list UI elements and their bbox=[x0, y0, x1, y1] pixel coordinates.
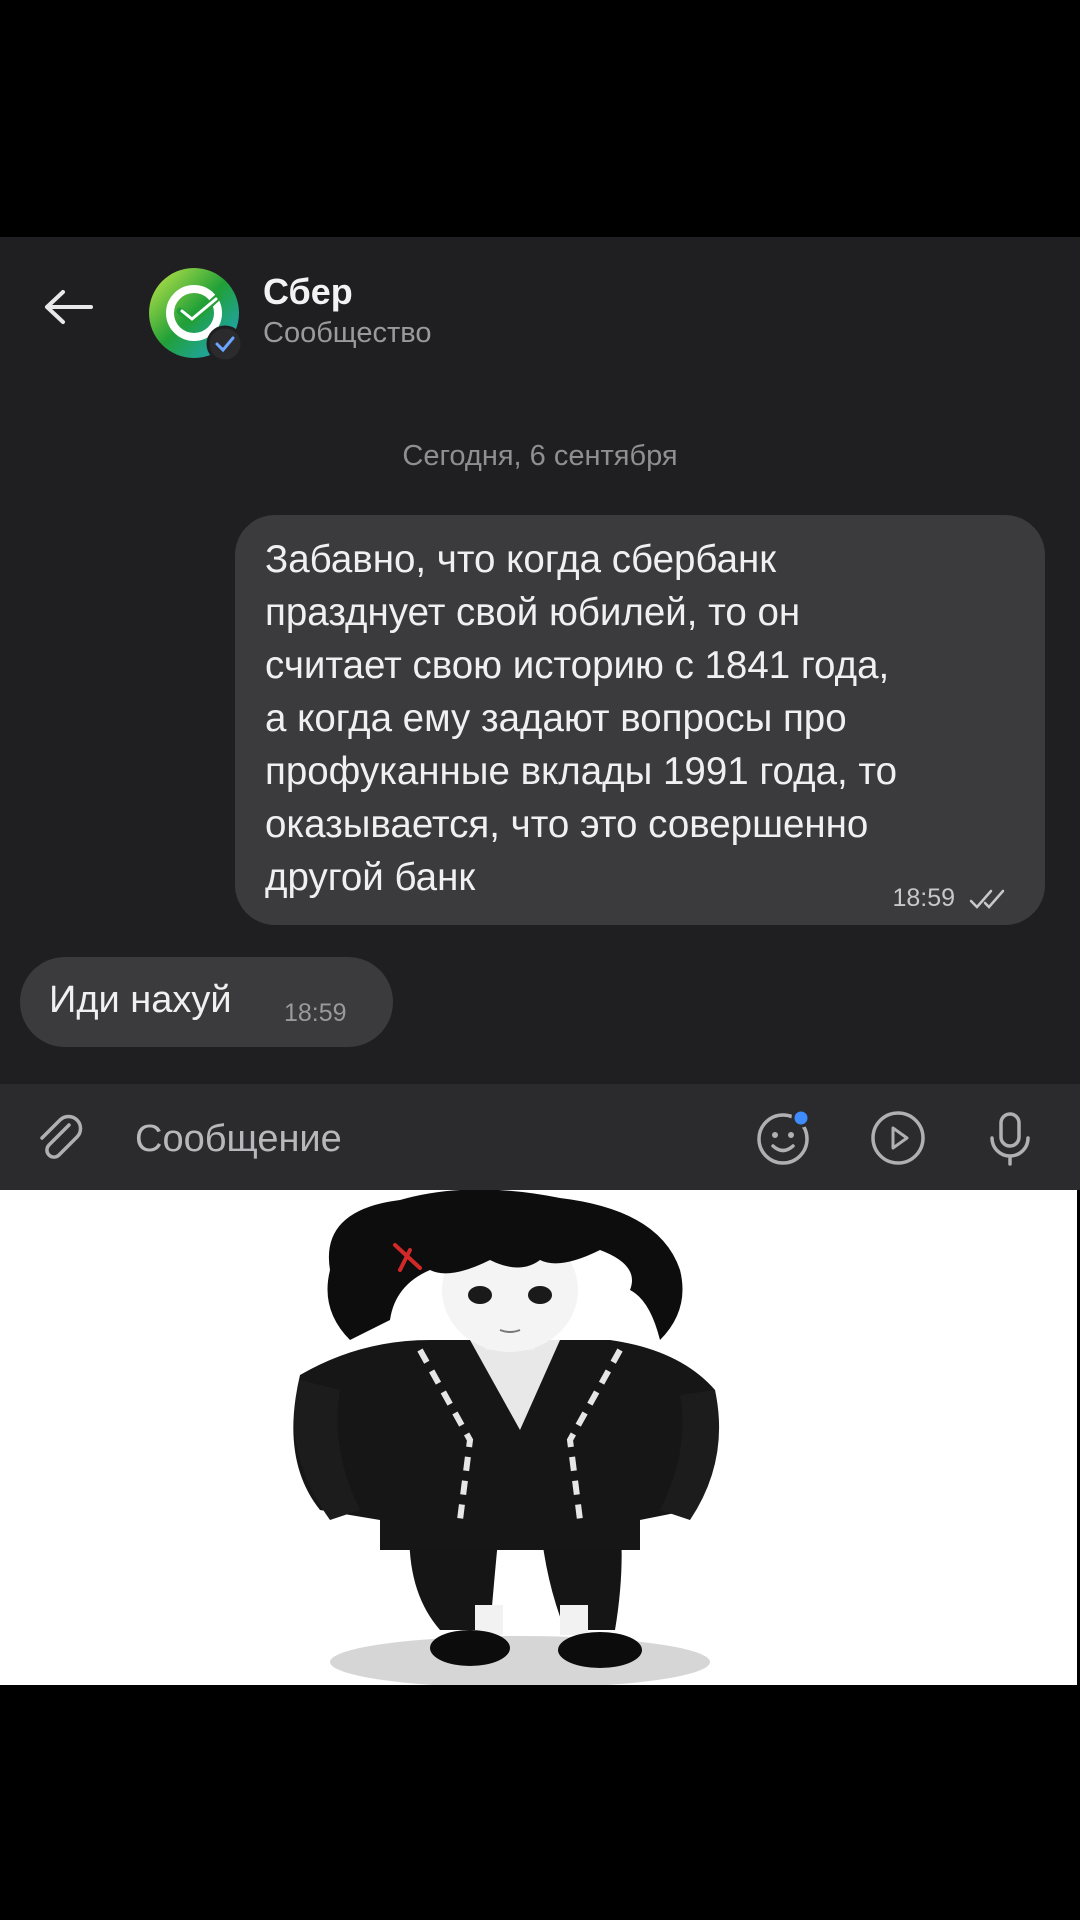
emoji-button[interactable] bbox=[754, 1108, 814, 1168]
video-message-button[interactable] bbox=[868, 1108, 928, 1168]
verified-check-icon bbox=[206, 325, 244, 363]
attach-button[interactable] bbox=[30, 1108, 90, 1168]
message-composer: Сообщение bbox=[0, 1084, 1080, 1190]
chat-screen: Сбер Сообщество Сегодня, 6 сентября Заба… bbox=[0, 237, 1080, 1190]
arrow-left-icon bbox=[45, 290, 93, 324]
message-time: 18:59 bbox=[284, 999, 347, 1027]
chat-header: Сбер Сообщество bbox=[0, 237, 1080, 377]
avatar[interactable] bbox=[148, 267, 244, 363]
play-circle-icon bbox=[871, 1111, 925, 1165]
date-separator: Сегодня, 6 сентября bbox=[402, 440, 678, 472]
anime-character-sticker bbox=[293, 1190, 720, 1685]
paperclip-icon bbox=[40, 1114, 83, 1159]
incoming-message-bubble[interactable]: Иди нахуй 18:59 bbox=[20, 957, 393, 1047]
message-text: Иди нахуй bbox=[49, 979, 232, 1021]
back-button[interactable] bbox=[38, 277, 98, 337]
sticker-image bbox=[0, 1190, 1077, 1685]
contact-name[interactable]: Сбер bbox=[263, 271, 353, 313]
microphone-icon bbox=[990, 1112, 1030, 1166]
emoji-icon bbox=[757, 1108, 811, 1165]
message-placeholder: Сообщение bbox=[135, 1118, 342, 1160]
message-time: 18:59 bbox=[892, 884, 955, 912]
outgoing-message-bubble[interactable]: Забавно, что когда сбербанк празднует св… bbox=[235, 515, 1045, 925]
voice-message-button[interactable] bbox=[980, 1108, 1040, 1168]
contact-subtitle: Сообщество bbox=[263, 317, 432, 349]
message-text: Забавно, что когда сбербанк празднует св… bbox=[265, 538, 897, 899]
double-check-icon bbox=[969, 889, 1005, 909]
